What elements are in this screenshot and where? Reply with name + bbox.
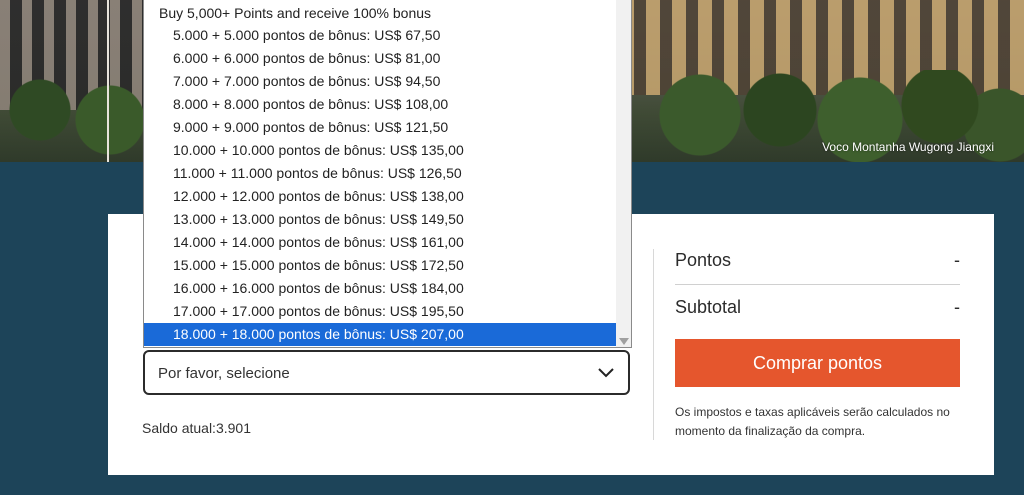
- balance-label: Saldo atual:: [142, 420, 216, 436]
- dropdown-option[interactable]: 9.000 + 9.000 pontos de bônus: US$ 121,5…: [144, 116, 617, 139]
- dropdown-option[interactable]: 5.000 + 5.000 pontos de bônus: US$ 67,50: [144, 24, 617, 47]
- tax-note: Os impostos e taxas aplicáveis serão cal…: [675, 405, 950, 438]
- dropdown-option[interactable]: 7.000 + 7.000 pontos de bônus: US$ 94,50: [144, 70, 617, 93]
- dropdown-option[interactable]: 16.000 + 16.000 pontos de bônus: US$ 184…: [144, 277, 617, 300]
- dropdown-scrollbar[interactable]: [616, 0, 631, 347]
- current-balance: Saldo atual:3.901: [142, 420, 251, 436]
- dropdown-option[interactable]: 11.000 + 11.000 pontos de bônus: US$ 126…: [144, 162, 617, 185]
- summary-separator: [675, 284, 960, 285]
- points-value: -: [954, 250, 960, 270]
- dropdown-group-label: Buy 5,000+ Points and receive 100% bonus: [159, 5, 432, 21]
- points-package-select[interactable]: Por favor, selecione: [143, 350, 630, 395]
- subtotal-row: Subtotal -: [675, 297, 960, 318]
- subtotal-value: -: [954, 297, 960, 317]
- dropdown-option[interactable]: 13.000 + 13.000 pontos de bônus: US$ 149…: [144, 208, 617, 231]
- points-row: Pontos -: [675, 250, 960, 271]
- select-value: Por favor, selecione: [158, 365, 290, 382]
- scroll-down-arrow-icon[interactable]: [619, 338, 629, 345]
- chevron-down-icon: [598, 368, 614, 378]
- dropdown-option[interactable]: 12.000 + 12.000 pontos de bônus: US$ 138…: [144, 185, 617, 208]
- dropdown-option[interactable]: 6.000 + 6.000 pontos de bônus: US$ 81,00: [144, 47, 617, 70]
- dropdown-option[interactable]: 14.000 + 14.000 pontos de bônus: US$ 161…: [144, 231, 617, 254]
- dropdown-option[interactable]: 18.000 + 18.000 pontos de bônus: US$ 207…: [144, 323, 617, 346]
- points-label: Pontos: [675, 250, 732, 270]
- dropdown-option[interactable]: 8.000 + 8.000 pontos de bônus: US$ 108,0…: [144, 93, 617, 116]
- subtotal-label: Subtotal: [675, 297, 742, 317]
- hero-pole: [107, 0, 109, 162]
- summary-divider: [653, 249, 654, 440]
- dropdown-option[interactable]: 10.000 + 10.000 pontos de bônus: US$ 135…: [144, 139, 617, 162]
- buy-points-button[interactable]: Comprar pontos: [675, 339, 960, 387]
- dropdown-option[interactable]: 15.000 + 15.000 pontos de bônus: US$ 172…: [144, 254, 617, 277]
- hero-caption: Voco Montanha Wugong Jiangxi: [822, 140, 994, 154]
- balance-value: 3.901: [215, 420, 251, 436]
- points-package-dropdown[interactable]: Buy 5,000+ Points and receive 100% bonus…: [143, 0, 632, 348]
- dropdown-option[interactable]: 17.000 + 17.000 pontos de bônus: US$ 195…: [144, 300, 617, 323]
